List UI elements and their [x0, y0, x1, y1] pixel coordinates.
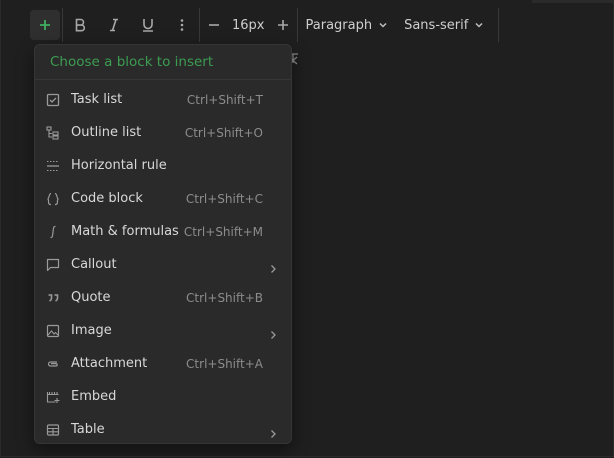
- format-group: [63, 8, 199, 42]
- menu-item-image[interactable]: Image: [35, 314, 291, 347]
- menu-item-label: Callout: [71, 257, 117, 272]
- chevron-right-icon: [269, 325, 277, 339]
- chevron-right-icon: [269, 424, 277, 438]
- bold-icon: [75, 18, 86, 32]
- font-size-value[interactable]: 16px: [228, 18, 269, 33]
- math-icon: [45, 224, 61, 240]
- chevron-down-icon: [475, 22, 483, 28]
- callout-icon: [45, 257, 61, 273]
- menu-item-label: Horizontal rule: [71, 158, 167, 173]
- underline-button[interactable]: [133, 10, 163, 40]
- menu-item-label: Embed: [71, 389, 117, 404]
- top-corner-bar: [532, 0, 614, 3]
- horizontal-rule-icon: [45, 158, 61, 174]
- more-options-button[interactable]: [167, 10, 197, 40]
- plus-icon: [40, 20, 50, 30]
- menu-item-shortcut: Ctrl+Shift+O: [184, 125, 263, 140]
- image-icon: [45, 323, 61, 339]
- menu-item-label: Outline list: [71, 125, 142, 140]
- menu-item-shortcut: Ctrl+Shift+M: [183, 224, 263, 239]
- menu-item-shortcut: Ctrl+Shift+A: [186, 356, 263, 371]
- plus-icon: [277, 20, 288, 30]
- insert-group: [28, 8, 62, 42]
- menu-item-code-block[interactable]: Code block Ctrl+Shift+C: [35, 182, 291, 215]
- menu-header: Choose a block to insert: [35, 45, 291, 80]
- menu-item-outline-list[interactable]: Outline list Ctrl+Shift+O: [35, 116, 291, 149]
- more-vertical-icon: [180, 19, 184, 31]
- menu-item-shortcut: Ctrl+Shift+T: [186, 92, 263, 107]
- menu-item-task-list[interactable]: Task list Ctrl+Shift+T: [35, 83, 291, 116]
- block-type-dropdown[interactable]: Paragraph: [298, 10, 397, 40]
- italic-button[interactable]: [99, 10, 129, 40]
- insert-block-menu: Choose a block to insert Task list Ctrl+…: [34, 44, 292, 444]
- chevron-down-icon: [379, 22, 387, 28]
- menu-item-table[interactable]: Table: [35, 413, 291, 443]
- code-block-icon: [45, 191, 61, 207]
- quote-icon: [45, 290, 61, 306]
- attachment-icon: [45, 356, 61, 372]
- menu-item-label: Image: [71, 323, 112, 338]
- menu-list: Task list Ctrl+Shift+T Outline list Ctrl…: [35, 80, 291, 443]
- menu-item-shortcut: Ctrl+Shift+B: [186, 290, 263, 305]
- menu-item-label: Task list: [71, 92, 123, 107]
- insert-block-button[interactable]: [30, 10, 60, 40]
- decrease-font-size-button[interactable]: [202, 10, 226, 40]
- font-family-value: Sans-serif: [404, 17, 469, 33]
- outline-list-icon: [45, 125, 61, 141]
- menu-item-quote[interactable]: Quote Ctrl+Shift+B: [35, 281, 291, 314]
- minus-icon: [209, 24, 219, 26]
- editor-toolbar: 16px Paragraph Sans-serif: [28, 8, 500, 42]
- menu-item-label: Code block: [71, 191, 143, 206]
- font-size-group: 16px: [200, 8, 297, 42]
- chevron-right-icon: [269, 259, 277, 273]
- increase-font-size-button[interactable]: [271, 10, 295, 40]
- menu-item-label: Quote: [71, 290, 111, 305]
- block-type-value: Paragraph: [305, 17, 373, 33]
- menu-item-embed[interactable]: Embed: [35, 380, 291, 413]
- menu-item-math-formulas[interactable]: Math & formulas Ctrl+Shift+M: [35, 215, 291, 248]
- menu-item-label: Math & formulas: [71, 224, 179, 239]
- menu-item-shortcut: Ctrl+Shift+C: [185, 191, 263, 206]
- embed-icon: [45, 389, 61, 405]
- menu-item-attachment[interactable]: Attachment Ctrl+Shift+A: [35, 347, 291, 380]
- italic-icon: [110, 18, 118, 32]
- table-icon: [45, 422, 61, 438]
- font-family-dropdown[interactable]: Sans-serif: [396, 10, 492, 40]
- menu-item-horizontal-rule[interactable]: Horizontal rule: [35, 149, 291, 182]
- underline-icon: [143, 19, 153, 32]
- menu-item-callout[interactable]: Callout: [35, 248, 291, 281]
- toolbar-divider: [498, 8, 500, 42]
- bold-button[interactable]: [65, 10, 95, 40]
- menu-item-label: Attachment: [71, 356, 148, 371]
- menu-item-label: Table: [71, 422, 105, 437]
- task-list-icon: [45, 92, 61, 108]
